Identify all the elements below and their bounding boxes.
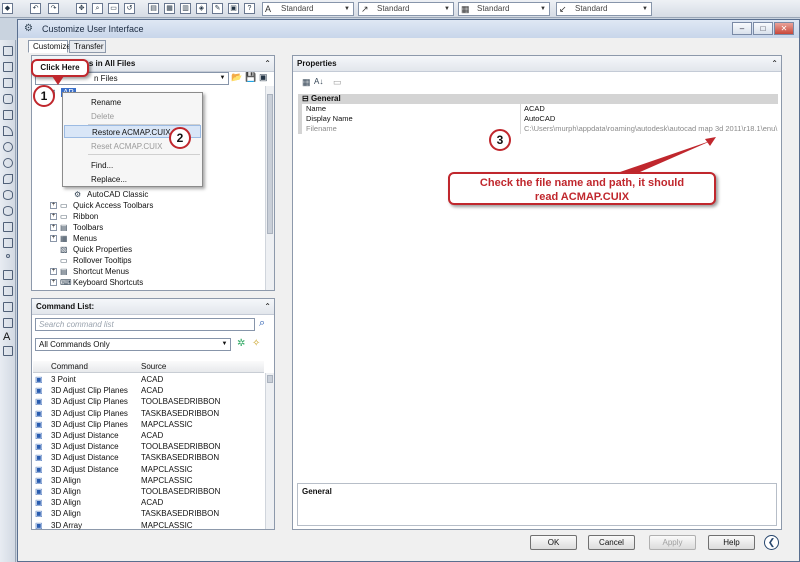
filename-note-text: Check the file name and path, it should …: [479, 177, 685, 203]
filename-note-callout: Check the file name and path, it should …: [448, 172, 716, 205]
note-arrowhead: [705, 137, 716, 146]
note-arrow: [610, 140, 713, 172]
annotation-arrow-layer: [610, 137, 716, 172]
